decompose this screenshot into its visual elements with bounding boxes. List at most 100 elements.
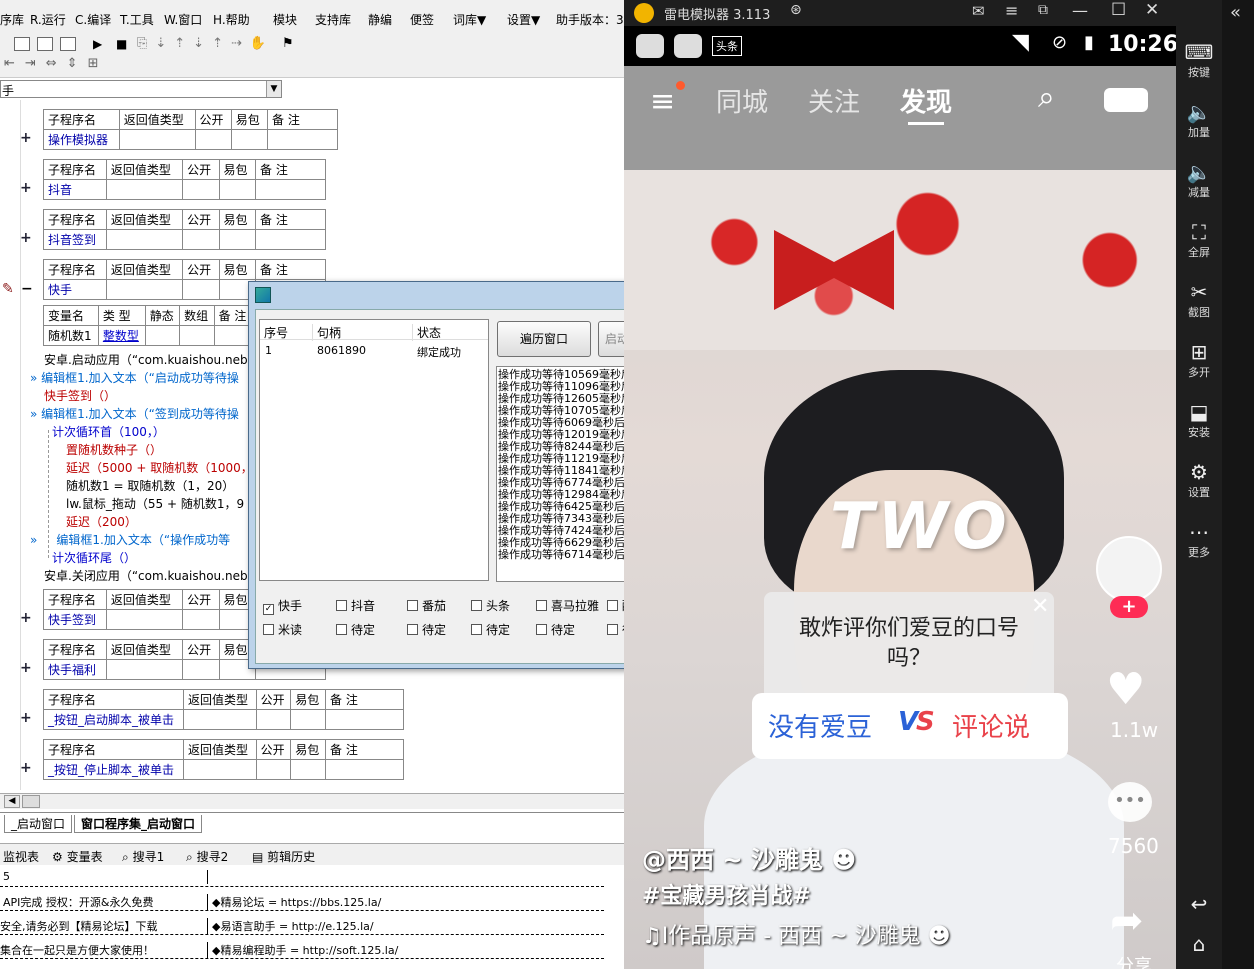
traverse-window-button[interactable]: 遍历窗口: [497, 321, 591, 357]
home-button[interactable]: ⌂: [1176, 932, 1222, 956]
tab-watch[interactable]: 监视表: [3, 848, 39, 865]
helper-icon[interactable]: ⚑: [282, 36, 294, 51]
menu-settings[interactable]: 设置▼: [507, 11, 540, 28]
expand-icon[interactable]: +: [20, 760, 32, 776]
tab-search1[interactable]: ⌕ 搜寻1: [122, 848, 164, 865]
checkbox-row2-4[interactable]: 待定: [536, 621, 575, 638]
code-line[interactable]: » 编辑框1.加入文本（“启动成功等待操: [30, 369, 239, 386]
checkbox-box[interactable]: [336, 600, 347, 611]
expand-icon[interactable]: +: [20, 230, 32, 246]
checkbox-row1-0[interactable]: ✓ 快手: [263, 597, 302, 615]
search-icon[interactable]: ⌕: [1038, 80, 1055, 115]
checkbox-row2-1[interactable]: 待定: [336, 621, 375, 638]
code-line[interactable]: 延迟（5000 + 取随机数（1000，: [66, 459, 253, 476]
col-header[interactable]: 句柄: [312, 324, 341, 341]
checkbox-row2-2[interactable]: 待定: [407, 621, 446, 638]
checkbox-box[interactable]: [407, 624, 418, 635]
variable-type[interactable]: 整数型: [97, 325, 146, 346]
mail-icon[interactable]: ✉: [972, 2, 985, 20]
more-button[interactable]: ⋯ 更多: [1176, 520, 1222, 560]
checkbox-row2-3[interactable]: 待定: [471, 621, 510, 638]
subroutine-name[interactable]: 抖音: [43, 179, 107, 200]
subroutine-name[interactable]: 操作模拟器: [43, 129, 120, 150]
menu-dict[interactable]: 词库▼: [453, 11, 486, 28]
subroutine-select[interactable]: 手 ▼: [0, 80, 282, 98]
code-line[interactable]: » 编辑框1.加入文本（“签到成功等待操: [30, 405, 239, 422]
multi-instance-button[interactable]: ⊞ 多开: [1176, 340, 1222, 380]
code-line[interactable]: 置随机数种子（）: [66, 441, 162, 458]
checkbox-box[interactable]: [407, 600, 418, 611]
checkbox-box[interactable]: [607, 600, 618, 611]
code-line[interactable]: 安卓.关闭应用（“com.kuaishou.nebu: [44, 567, 255, 584]
checkbox-box[interactable]: [471, 600, 482, 611]
poll-option-right[interactable]: 评论说: [952, 707, 1030, 744]
tab-discover[interactable]: 发现: [900, 82, 952, 119]
code-line[interactable]: 随机数1 = 取随机数（1，20）: [66, 477, 234, 494]
layout-icon[interactable]: [37, 37, 53, 51]
follow-plus-icon[interactable]: +: [1110, 596, 1148, 618]
volume-down-button[interactable]: 🔈 减量: [1176, 160, 1222, 200]
volume-up-button[interactable]: 🔈 加量: [1176, 100, 1222, 140]
expand-icon[interactable]: +: [20, 710, 32, 726]
collapse-icon[interactable]: −: [21, 281, 33, 297]
subroutine-name[interactable]: 抖音签到: [43, 229, 107, 250]
checkbox-box[interactable]: [263, 624, 274, 635]
install-button[interactable]: ⬓ 安装: [1176, 400, 1222, 440]
fullscreen-button[interactable]: ⛶ 全屏: [1176, 220, 1222, 260]
keymap-button[interactable]: ⌨ 按键: [1176, 40, 1222, 80]
menu-notes[interactable]: 便签: [410, 11, 434, 28]
col-header[interactable]: 序号: [264, 324, 288, 341]
checkbox-box[interactable]: [536, 600, 547, 611]
tab-start-window[interactable]: _启动窗口: [4, 815, 73, 833]
collapse-sidebar-icon[interactable]: «: [1230, 2, 1241, 23]
subroutine-name[interactable]: _按钮_停止脚本_被单击: [43, 759, 184, 780]
menu-tools[interactable]: T.工具: [120, 11, 154, 28]
comment-icon[interactable]: •••: [1108, 782, 1152, 822]
menu-libs[interactable]: 支持库: [315, 11, 351, 28]
tab-window-program-set[interactable]: 窗口程序集_启动窗口: [74, 815, 203, 833]
menu-item[interactable]: 序库: [0, 11, 24, 28]
poll-option-left[interactable]: 没有爱豆: [768, 707, 872, 744]
subroutine-name[interactable]: 快手签到: [43, 609, 107, 630]
subroutine-name[interactable]: _按钮_启动脚本_被单击: [43, 709, 184, 730]
live-icon[interactable]: [1104, 88, 1148, 112]
code-line[interactable]: 快手签到（）: [44, 387, 116, 404]
debug-step-icons[interactable]: ⎘⇣⇡⇣⇡⇢✋: [137, 36, 274, 51]
checkbox-box[interactable]: [607, 624, 618, 635]
share-icon[interactable]: ➦: [1110, 898, 1144, 944]
layout-icon[interactable]: [14, 37, 30, 51]
menu-run[interactable]: R.运行: [30, 11, 66, 28]
checkmark-icon[interactable]: ✓: [263, 604, 274, 615]
code-line[interactable]: 计次循环尾（）: [52, 549, 136, 566]
checkbox-row2-0[interactable]: 米读: [263, 621, 302, 638]
layout-icon[interactable]: [60, 37, 76, 51]
subroutine-name[interactable]: 快手: [43, 279, 107, 300]
heart-icon[interactable]: ♥: [1106, 664, 1145, 715]
col-header[interactable]: 状态: [412, 324, 441, 341]
hashtag[interactable]: #宝藏男孩肖战#: [642, 878, 811, 910]
tab-clip-history[interactable]: ▤ 剪辑历史: [252, 848, 315, 865]
settings-button[interactable]: ⚙ 设置: [1176, 460, 1222, 500]
menu-compile[interactable]: C.编译: [75, 11, 111, 28]
subroutine-name[interactable]: 快手福利: [43, 659, 107, 680]
horizontal-scrollbar[interactable]: ◀: [0, 793, 624, 809]
maximize-icon[interactable]: ☐: [1111, 0, 1126, 20]
menu-icon[interactable]: ≡: [650, 84, 675, 119]
code-line[interactable]: 延迟（200）: [66, 513, 137, 530]
variable-name[interactable]: 随机数1: [43, 325, 99, 346]
menu-static[interactable]: 静编: [368, 11, 392, 28]
menu-helper-version[interactable]: 助手版本：3: [556, 11, 624, 28]
scroll-left-icon[interactable]: ◀: [4, 795, 20, 808]
code-line[interactable]: » 编辑框1.加入文本（“操作成功等: [30, 531, 230, 548]
author-avatar[interactable]: [1096, 536, 1162, 602]
gamepad-icon[interactable]: ⊛: [790, 2, 802, 18]
chevron-down-icon[interactable]: ▼: [266, 81, 281, 97]
run-icon[interactable]: ▶: [93, 37, 102, 51]
stop-icon[interactable]: ■: [116, 37, 127, 51]
close-icon[interactable]: ✕: [1145, 0, 1159, 20]
checkbox-box[interactable]: [471, 624, 482, 635]
code-line[interactable]: 安卓.启动应用（“com.kuaishou.nebu: [44, 351, 255, 368]
checkbox-box[interactable]: [536, 624, 547, 635]
checkbox-box[interactable]: [336, 624, 347, 635]
music-line[interactable]: ♫I作品原声 - 西西 ~ 沙雕鬼 ☻: [642, 918, 951, 950]
